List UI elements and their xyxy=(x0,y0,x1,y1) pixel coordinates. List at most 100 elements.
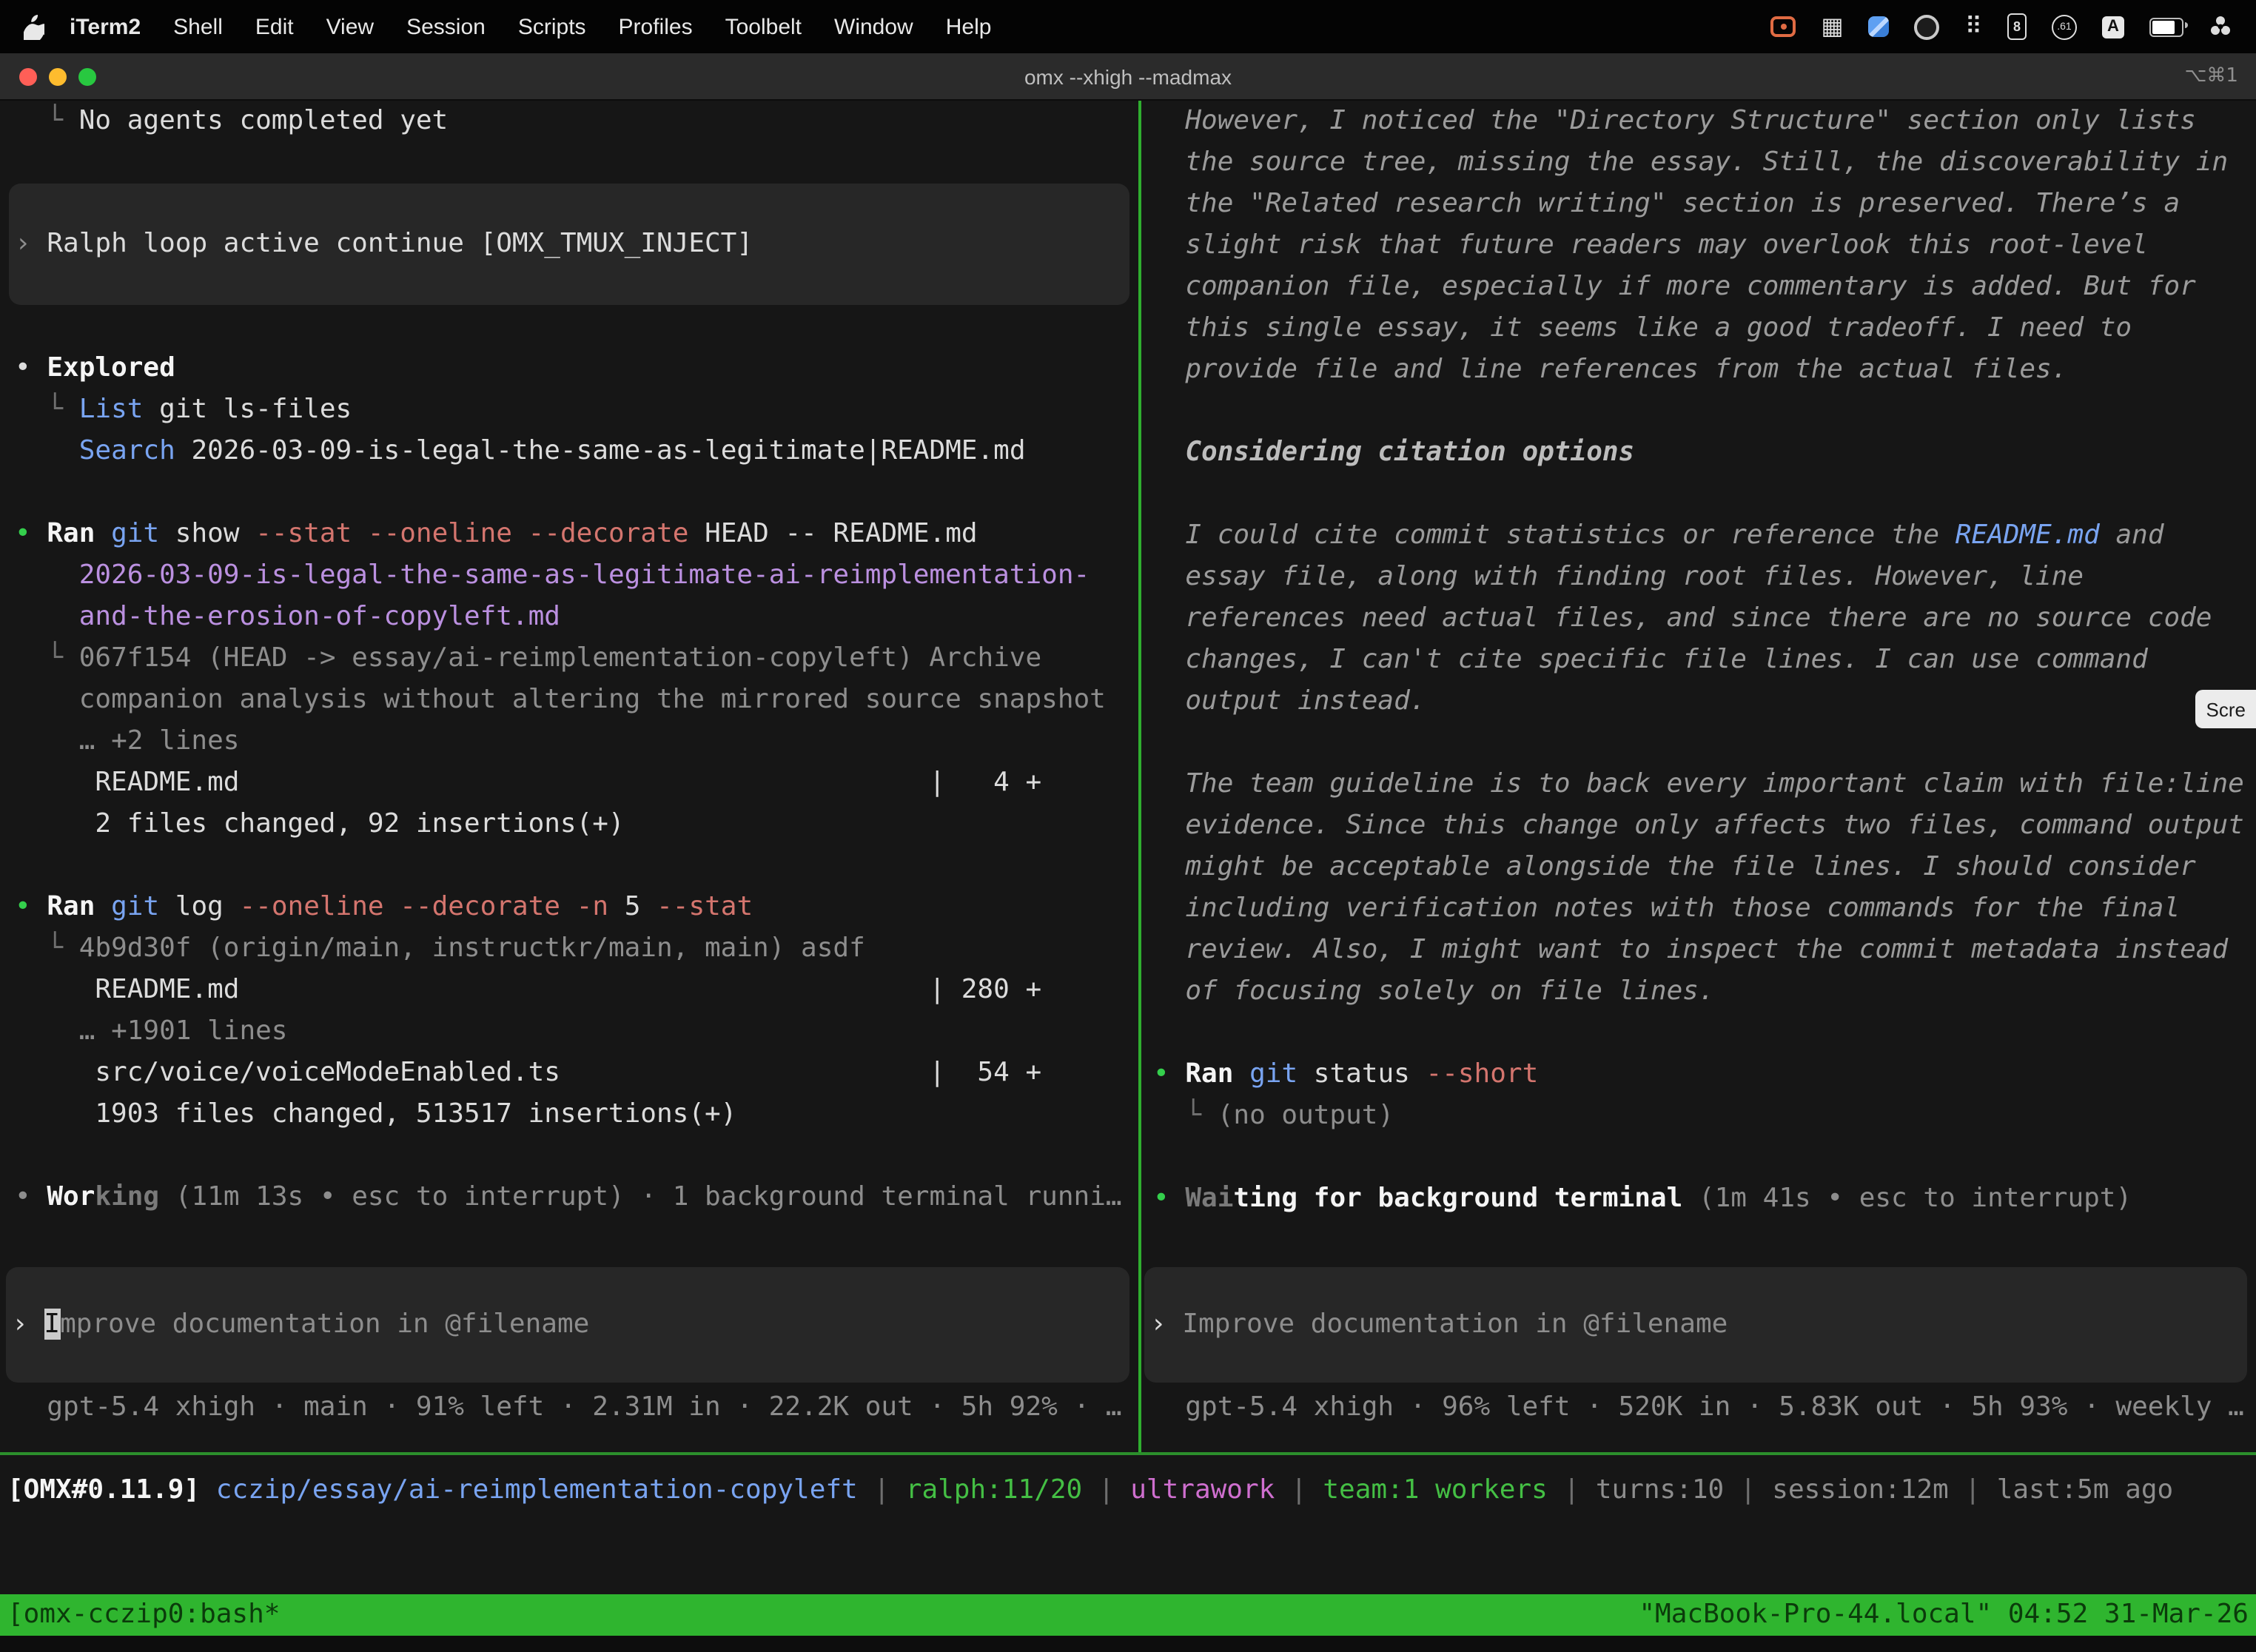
terminal-line: changes, I can't cite specific file line… xyxy=(1153,639,2256,681)
input-source-icon[interactable]: A xyxy=(2102,16,2124,38)
waiting-status-line: • Waiting for background terminal (1m 41… xyxy=(1153,1178,2256,1220)
menu-item-window[interactable]: Window xyxy=(818,14,930,39)
terminal-line: 2 files changed, 92 insertions(+) xyxy=(15,804,1138,845)
terminal-line: of focusing solely on file lines. xyxy=(1153,971,2256,1013)
blue-app-icon[interactable] xyxy=(1869,16,1890,37)
ralph-loop-line: › Ralph loop active continue [OMX_TMUX_I… xyxy=(15,224,1124,265)
terminal-line: 1903 files changed, 513517 insertions(+) xyxy=(15,1094,1138,1135)
terminal-line: └ 067f154 (HEAD -> essay/ai-reimplementa… xyxy=(15,638,1138,679)
terminal-line: this single essay, it seems like a good … xyxy=(1153,308,2256,349)
menu-item-help[interactable]: Help xyxy=(930,14,1008,39)
terminal-line: and-the-erosion-of-copyleft.md xyxy=(15,597,1138,638)
menu-item-scripts[interactable]: Scripts xyxy=(502,14,602,39)
terminal-line: └ 4b9d30f (origin/main, instructkr/main,… xyxy=(15,928,1138,970)
terminal-line: the "Related research writing" section i… xyxy=(1153,184,2256,225)
close-button[interactable] xyxy=(19,68,37,86)
terminal-line: I could cite commit statistics or refere… xyxy=(1153,515,2256,557)
left-transcript: • Explored └ List git ls-files Search 20… xyxy=(15,348,1138,1218)
ralph-loop-banner: › Ralph loop active continue [OMX_TMUX_I… xyxy=(9,184,1129,305)
terminal-line: companion file, especially if more comme… xyxy=(1153,266,2256,308)
terminal-line: Search 2026-03-09-is-legal-the-same-as-l… xyxy=(15,431,1138,472)
terminal-line: • Ran git show --stat --oneline --decora… xyxy=(15,514,1138,555)
macos-menu-bar: iTerm2ShellEditViewSessionScriptsProfile… xyxy=(0,0,2256,53)
terminal-line: README.md | 280 + xyxy=(15,970,1138,1011)
gauge-icon[interactable]: .61 xyxy=(2052,14,2077,39)
recording-indicator-icon[interactable] xyxy=(1770,16,1796,37)
omx-status-line: [OMX#0.11.9] cczip/essay/ai-reimplementa… xyxy=(7,1470,2256,1511)
menu-bar-status-icons: ▦ ⠿ 8 .61 A xyxy=(1770,13,2232,40)
terminal-line: • Ran git log --oneline --decorate -n 5 … xyxy=(15,887,1138,928)
right-pane-spacer xyxy=(1153,1220,2256,1267)
apple-menu-icon[interactable] xyxy=(24,14,44,39)
left-terminal-pane[interactable]: └ No agents completed yet › Ralph loop a… xyxy=(0,101,1138,1452)
tmux-panes: └ No agents completed yet › Ralph loop a… xyxy=(0,101,2256,1452)
window-title-bar[interactable]: omx --xhigh --madmax ⌥⌘1 xyxy=(0,53,2256,101)
omx-status-bar: [OMX#0.11.9] cczip/essay/ai-reimplementa… xyxy=(0,1470,2256,1511)
agent-summary: └ No agents completed yet xyxy=(15,101,1138,142)
window-shortcut-badge: ⌥⌘1 xyxy=(2184,65,2238,87)
terminal-footer-strip xyxy=(0,1636,2256,1652)
reasoning-heading: Considering citation options xyxy=(1153,432,2256,474)
minimize-button[interactable] xyxy=(49,68,67,86)
prompt-input-left-lines: › Improve documentation in @filename xyxy=(12,1304,1124,1346)
terminal-line: including verification notes with those … xyxy=(1153,888,2256,930)
prompt-input-left[interactable]: › Improve documentation in @filename xyxy=(6,1267,1129,1383)
terminal-line: The team guideline is to back every impo… xyxy=(1153,764,2256,805)
terminal-line xyxy=(1153,474,2256,515)
zoom-button[interactable] xyxy=(78,68,96,86)
terminal-line: └ List git ls-files xyxy=(15,389,1138,431)
terminal-line: might be acceptable alongside the file l… xyxy=(1153,847,2256,888)
screen-share-button[interactable]: Scre xyxy=(2196,690,2256,728)
menu-items: iTerm2ShellEditViewSessionScriptsProfile… xyxy=(53,14,1007,39)
traffic-lights xyxy=(19,68,96,86)
menu-item-edit[interactable]: Edit xyxy=(239,14,310,39)
tmux-session-label: [omx-cczip0:bash* xyxy=(7,1594,280,1636)
phone-icon[interactable]: 8 xyxy=(2007,13,2027,40)
terminal-line: README.md | 4 + xyxy=(15,762,1138,804)
terminal-line xyxy=(15,845,1138,887)
menu-item-iterm2[interactable]: iTerm2 xyxy=(53,14,157,39)
menu-item-profiles[interactable]: Profiles xyxy=(602,14,709,39)
ralph-loop-banner-lines: › Ralph loop active continue [OMX_TMUX_I… xyxy=(15,224,1124,265)
terminal-line xyxy=(15,1135,1138,1177)
terminal-line: • Explored xyxy=(15,348,1138,389)
right-terminal-pane[interactable]: However, I noticed the "Directory Struct… xyxy=(1141,101,2256,1452)
left-status-row: gpt-5.4 xhigh · main · 91% left · 2.31M … xyxy=(15,1387,1138,1428)
terminal-line xyxy=(1153,1137,2256,1178)
terminal-line: └ (no output) xyxy=(1153,1095,2256,1137)
terminal-line: essay file, along with finding root file… xyxy=(1153,557,2256,598)
menu-item-toolbelt[interactable]: Toolbelt xyxy=(709,14,818,39)
model-status-line: gpt-5.4 xhigh · main · 91% left · 2.31M … xyxy=(15,1387,1138,1428)
screen: iTerm2ShellEditViewSessionScriptsProfile… xyxy=(0,0,2256,1652)
battery-icon[interactable] xyxy=(2149,17,2183,36)
tmux-status-bar: [omx-cczip0:bash* "MacBook-Pro-44.local"… xyxy=(0,1594,2256,1636)
tmux-host-clock-label: "MacBook-Pro-44.local" 04:52 31-Mar-26 xyxy=(1639,1594,2249,1636)
menu-item-shell[interactable]: Shell xyxy=(157,14,239,39)
terminal-line: However, I noticed the "Directory Struct… xyxy=(1153,101,2256,142)
app-grid-dots-icon[interactable]: ⠿ xyxy=(1965,15,1982,38)
terminal-line: companion analysis without altering the … xyxy=(15,679,1138,721)
right-transcript: However, I noticed the "Directory Struct… xyxy=(1153,101,2256,1220)
menu-item-session[interactable]: Session xyxy=(390,14,502,39)
window-title: omx --xhigh --madmax xyxy=(1024,64,1232,88)
terminal-line xyxy=(1153,1013,2256,1054)
right-status-row: gpt-5.4 xhigh · 96% left · 520K in · 5.8… xyxy=(1153,1387,2256,1428)
grid-icon[interactable]: ▦ xyxy=(1821,15,1843,38)
terminal-window: Scre └ No agents completed yet › Ralph l… xyxy=(0,101,2256,1652)
terminal-line: … +2 lines xyxy=(15,721,1138,762)
terminal-line: provide file and line references from th… xyxy=(1153,349,2256,391)
terminal-line: review. Also, I might want to inspect th… xyxy=(1153,930,2256,971)
menu-item-view[interactable]: View xyxy=(310,14,391,39)
terminal-line: references need actual files, and since … xyxy=(1153,598,2256,639)
dark-circle-icon[interactable] xyxy=(1915,14,1940,39)
terminal-line xyxy=(1153,391,2256,432)
terminal-line xyxy=(1153,722,2256,764)
terminal-line: slight risk that future readers may over… xyxy=(1153,225,2256,266)
terminal-line: 2026-03-09-is-legal-the-same-as-legitima… xyxy=(15,555,1138,597)
prompt-input-right[interactable]: › Improve documentation in @filename xyxy=(1144,1267,2247,1383)
prompt-input-right-lines: › Improve documentation in @filename xyxy=(1150,1304,2241,1346)
terminal-line: the source tree, missing the essay. Stil… xyxy=(1153,142,2256,184)
fan-icon[interactable] xyxy=(2209,15,2232,38)
terminal-line: src/voice/voiceModeEnabled.ts | 54 + xyxy=(15,1052,1138,1094)
prompt-line: › Improve documentation in @filename xyxy=(1150,1304,2241,1346)
